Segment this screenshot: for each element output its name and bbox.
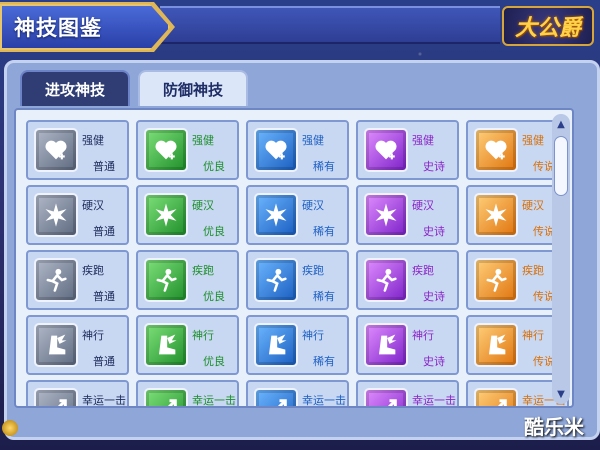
- lucky-strike-icon: [254, 388, 298, 406]
- skill-card[interactable]: 神行稀有: [246, 315, 349, 375]
- skill-grid: 强健 普通 强健 优良 强健 稀有 强健 史诗 强健 传说 硬汉 普通 硬汉 优良 硬汉 稀有 硬汉 史诗 硬汉 传说…: [26, 120, 569, 407]
- lucky-strike-icon: [144, 388, 188, 406]
- skill-name: 强健: [412, 134, 434, 147]
- heart-plus-icon: [144, 128, 188, 172]
- burst-icon: [144, 193, 188, 237]
- skill-name: 强健: [522, 134, 544, 147]
- skill-name: 硬汉: [522, 199, 544, 212]
- heart-plus-icon: [34, 128, 78, 172]
- skill-quality: 史诗: [423, 290, 445, 303]
- skill-quality: 史诗: [423, 225, 445, 238]
- skill-card[interactable]: 幸运一击稀有: [246, 380, 349, 407]
- skill-name: 强健: [82, 134, 104, 147]
- game-logo: 大公爵: [502, 6, 594, 46]
- winged-boot-icon: [254, 323, 298, 367]
- skill-card[interactable]: 神行普通: [26, 315, 129, 375]
- skill-quality: 优良: [203, 290, 225, 303]
- skill-name: 神行: [522, 329, 544, 342]
- skill-name: 疾跑: [412, 264, 434, 277]
- skill-card[interactable]: 硬汉普通: [26, 185, 129, 245]
- skill-name: 疾跑: [302, 264, 324, 277]
- skill-name: 疾跑: [522, 264, 544, 277]
- skill-card[interactable]: 强健史诗: [356, 120, 459, 180]
- skill-list[interactable]: 强健 普通 强健 优良 强健 稀有 强健 史诗 强健 传说 硬汉 普通 硬汉 优良 硬汉 稀有 硬汉 史诗 硬汉 传说…: [14, 108, 574, 408]
- skill-card[interactable]: 幸运一击史诗: [356, 380, 459, 407]
- running-figure-icon: [364, 258, 408, 302]
- skill-name: 幸运一击: [82, 394, 126, 407]
- burst-icon: [34, 193, 78, 237]
- skill-card[interactable]: 硬汉史诗: [356, 185, 459, 245]
- skill-quality: 普通: [93, 160, 115, 173]
- running-figure-icon: [144, 258, 188, 302]
- skill-name: 硬汉: [192, 199, 214, 212]
- scroll-up-icon[interactable]: ▲: [553, 116, 569, 132]
- skill-card[interactable]: 疾跑史诗: [356, 250, 459, 310]
- skill-card[interactable]: 疾跑普通: [26, 250, 129, 310]
- tab-defense-skills[interactable]: 防御神技: [138, 70, 248, 106]
- lucky-strike-icon: [34, 388, 78, 406]
- skill-quality: 普通: [93, 225, 115, 238]
- skill-card[interactable]: 神行优良: [136, 315, 239, 375]
- skill-name: 强健: [302, 134, 324, 147]
- burst-icon: [254, 193, 298, 237]
- skill-card[interactable]: 疾跑优良: [136, 250, 239, 310]
- page-title: 神技图鉴: [14, 16, 102, 40]
- skill-quality: 稀有: [313, 160, 335, 173]
- skill-card[interactable]: 幸运一击优良: [136, 380, 239, 407]
- tab-attack-skills[interactable]: 进攻神技: [20, 70, 130, 106]
- skill-name: 幸运一击: [192, 394, 236, 407]
- running-figure-icon: [34, 258, 78, 302]
- skill-quality: 优良: [203, 160, 225, 173]
- skill-name: 硬汉: [412, 199, 434, 212]
- skill-name: 硬汉: [82, 199, 104, 212]
- skill-card[interactable]: 神行史诗: [356, 315, 459, 375]
- heart-plus-icon: [474, 128, 518, 172]
- burst-icon: [474, 193, 518, 237]
- winged-boot-icon: [144, 323, 188, 367]
- skill-card[interactable]: 疾跑稀有: [246, 250, 349, 310]
- scrollbar[interactable]: ▲ ▼: [552, 114, 570, 404]
- skill-card[interactable]: 硬汉优良: [136, 185, 239, 245]
- scroll-thumb[interactable]: [554, 136, 568, 196]
- skill-name: 幸运一击: [302, 394, 346, 407]
- skill-quality: 稀有: [313, 290, 335, 303]
- skill-quality: 史诗: [423, 160, 445, 173]
- corner-ornament: [2, 420, 18, 436]
- lucky-strike-icon: [474, 388, 518, 406]
- skill-name: 幸运一击: [412, 394, 456, 407]
- skill-card[interactable]: 硬汉稀有: [246, 185, 349, 245]
- skill-card[interactable]: 强健稀有: [246, 120, 349, 180]
- header-bar: [160, 6, 500, 44]
- scroll-down-icon[interactable]: ▼: [553, 386, 569, 402]
- skill-quality: 稀有: [313, 225, 335, 238]
- heart-plus-icon: [364, 128, 408, 172]
- skill-name: 疾跑: [192, 264, 214, 277]
- skill-card[interactable]: 强健普通: [26, 120, 129, 180]
- winged-boot-icon: [474, 323, 518, 367]
- tab-bar: 进攻神技 防御神技: [20, 70, 248, 106]
- skill-name: 神行: [82, 329, 104, 342]
- skill-name: 硬汉: [302, 199, 324, 212]
- skill-quality: 普通: [93, 355, 115, 368]
- skill-quality: 史诗: [423, 355, 445, 368]
- skill-quality: 优良: [203, 225, 225, 238]
- skill-quality: 普通: [93, 290, 115, 303]
- skill-name: 神行: [302, 329, 324, 342]
- skill-name: 强健: [192, 134, 214, 147]
- winged-boot-icon: [364, 323, 408, 367]
- skill-name: 疾跑: [82, 264, 104, 277]
- skill-name: 神行: [192, 329, 214, 342]
- burst-icon: [364, 193, 408, 237]
- running-figure-icon: [254, 258, 298, 302]
- skill-card[interactable]: 幸运一击普通: [26, 380, 129, 407]
- skill-name: 神行: [412, 329, 434, 342]
- running-figure-icon: [474, 258, 518, 302]
- heart-plus-icon: [254, 128, 298, 172]
- skill-quality: 优良: [203, 355, 225, 368]
- watermark: 酷乐米: [524, 415, 584, 439]
- skill-card[interactable]: 强健优良: [136, 120, 239, 180]
- skill-quality: 稀有: [313, 355, 335, 368]
- lucky-strike-icon: [364, 388, 408, 406]
- winged-boot-icon: [34, 323, 78, 367]
